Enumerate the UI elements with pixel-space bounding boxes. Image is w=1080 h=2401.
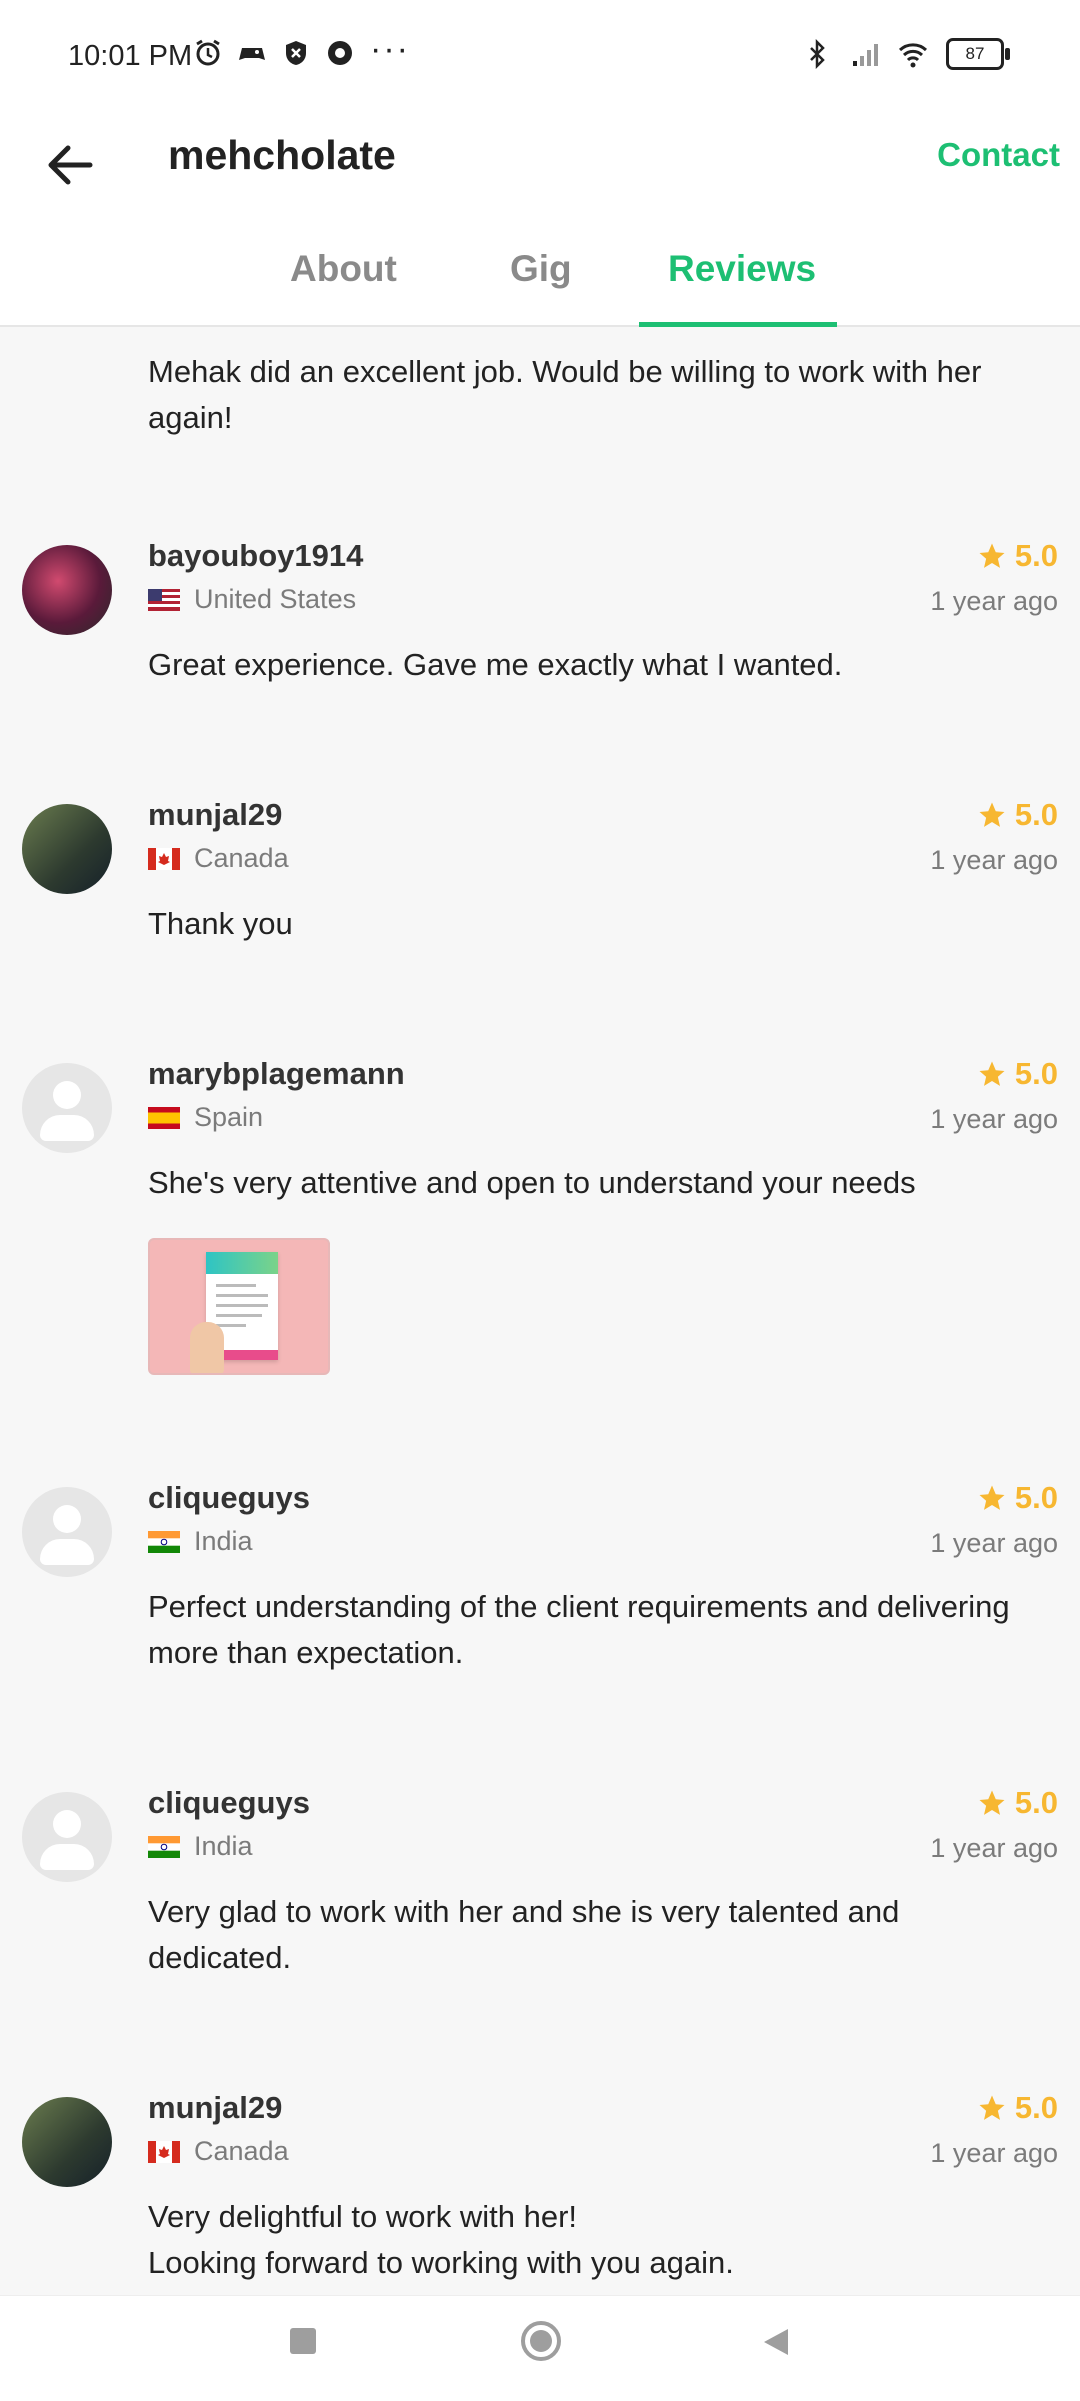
back-arrow-icon[interactable] bbox=[38, 130, 108, 200]
more-notifications-icon: ··· bbox=[370, 30, 410, 68]
review-text: Great experience. Gave me exactly what I… bbox=[148, 647, 843, 682]
active-tab-indicator bbox=[639, 322, 837, 327]
reviewer-country: Canada bbox=[194, 843, 289, 873]
tab-gig[interactable]: Gig bbox=[510, 248, 572, 290]
avatar[interactable] bbox=[22, 804, 112, 894]
page-title: mehcholate bbox=[168, 132, 396, 178]
avatar-placeholder-icon[interactable] bbox=[22, 1792, 112, 1882]
wifi-icon bbox=[898, 43, 928, 68]
reviewer-name[interactable]: munjal29 bbox=[148, 797, 282, 833]
star-icon bbox=[979, 1061, 1005, 1086]
reviewer-name[interactable]: munjal29 bbox=[148, 2090, 282, 2126]
recent-apps-icon[interactable] bbox=[288, 2326, 318, 2356]
star-icon bbox=[979, 1485, 1005, 1510]
media-icon bbox=[328, 41, 352, 65]
avatar-placeholder-icon[interactable] bbox=[22, 1063, 112, 1153]
reviewer-country: India bbox=[194, 1831, 253, 1861]
reviewer-name[interactable]: bayouboy1914 bbox=[148, 538, 363, 574]
signal-icon bbox=[853, 44, 878, 66]
app-bar: mehcholate Contact bbox=[0, 110, 1080, 220]
status-bar: 10:01 PM ··· 87 bbox=[0, 0, 1080, 110]
rating-value: 5.0 bbox=[1014, 1056, 1058, 1091]
reviewer-name[interactable]: cliqueguys bbox=[148, 1480, 310, 1516]
tab-about[interactable]: About bbox=[290, 248, 397, 290]
review-time: 1 year ago bbox=[930, 586, 1058, 616]
review-text: Perfect understanding of the client requ… bbox=[148, 1589, 1010, 1670]
reviewer-country: United States bbox=[194, 584, 357, 614]
ca-flag-icon bbox=[148, 847, 180, 870]
star-icon bbox=[979, 2095, 1005, 2120]
us-flag-icon bbox=[148, 588, 180, 611]
tab-bar: About Gig Reviews bbox=[0, 220, 1080, 327]
rating-value: 5.0 bbox=[1014, 2090, 1058, 2125]
review-text: She's very attentive and open to underst… bbox=[148, 1165, 916, 1200]
status-time: 10:01 PM bbox=[68, 40, 193, 72]
review-time: 1 year ago bbox=[930, 2138, 1058, 2168]
review-time: 1 year ago bbox=[930, 1528, 1058, 1558]
star-icon bbox=[979, 1790, 1005, 1815]
system-nav-bar bbox=[0, 2295, 1080, 2401]
star-icon bbox=[979, 802, 1005, 827]
review-time: 1 year ago bbox=[930, 1833, 1058, 1863]
review-text: Mehak did an excellent job. Would be wil… bbox=[148, 354, 982, 435]
rating-value: 5.0 bbox=[1014, 1480, 1058, 1515]
avatar[interactable] bbox=[22, 545, 112, 635]
contact-button[interactable]: Contact bbox=[937, 136, 1060, 174]
in-flag-icon bbox=[148, 1835, 180, 1858]
shield-icon bbox=[286, 41, 306, 65]
es-flag-icon bbox=[148, 1106, 180, 1129]
review-attachment-image[interactable] bbox=[148, 1238, 330, 1375]
reviewer-name[interactable]: cliqueguys bbox=[148, 1785, 310, 1821]
review-text: Very glad to work with her and she is ve… bbox=[148, 1894, 900, 1975]
rating-value: 5.0 bbox=[1014, 538, 1058, 573]
rating-value: 5.0 bbox=[1014, 797, 1058, 832]
review-text: Thank you bbox=[148, 906, 293, 941]
home-icon[interactable] bbox=[520, 2320, 562, 2362]
reviewer-country: Spain bbox=[194, 1102, 264, 1132]
ca-flag-icon bbox=[148, 2140, 180, 2163]
in-flag-icon bbox=[148, 1530, 180, 1553]
reviewer-country: India bbox=[194, 1526, 253, 1556]
review-time: 1 year ago bbox=[930, 1104, 1058, 1134]
reviewer-country: Canada bbox=[194, 2136, 289, 2166]
reviewer-name[interactable]: marybplagemann bbox=[148, 1056, 405, 1092]
star-icon bbox=[979, 543, 1005, 568]
tab-reviews[interactable]: Reviews bbox=[668, 248, 816, 290]
review-text: Very delightful to work with her! Lookin… bbox=[148, 2199, 734, 2280]
avatar-placeholder-icon[interactable] bbox=[22, 1487, 112, 1577]
game-icon bbox=[239, 48, 265, 60]
rating-value: 5.0 bbox=[1014, 1785, 1058, 1820]
avatar[interactable] bbox=[22, 2097, 112, 2187]
battery-icon: 87 bbox=[946, 38, 1010, 70]
bluetooth-icon bbox=[810, 39, 825, 69]
review-time: 1 year ago bbox=[930, 845, 1058, 875]
alarm-icon bbox=[196, 39, 220, 66]
back-triangle-icon[interactable] bbox=[760, 2326, 792, 2358]
